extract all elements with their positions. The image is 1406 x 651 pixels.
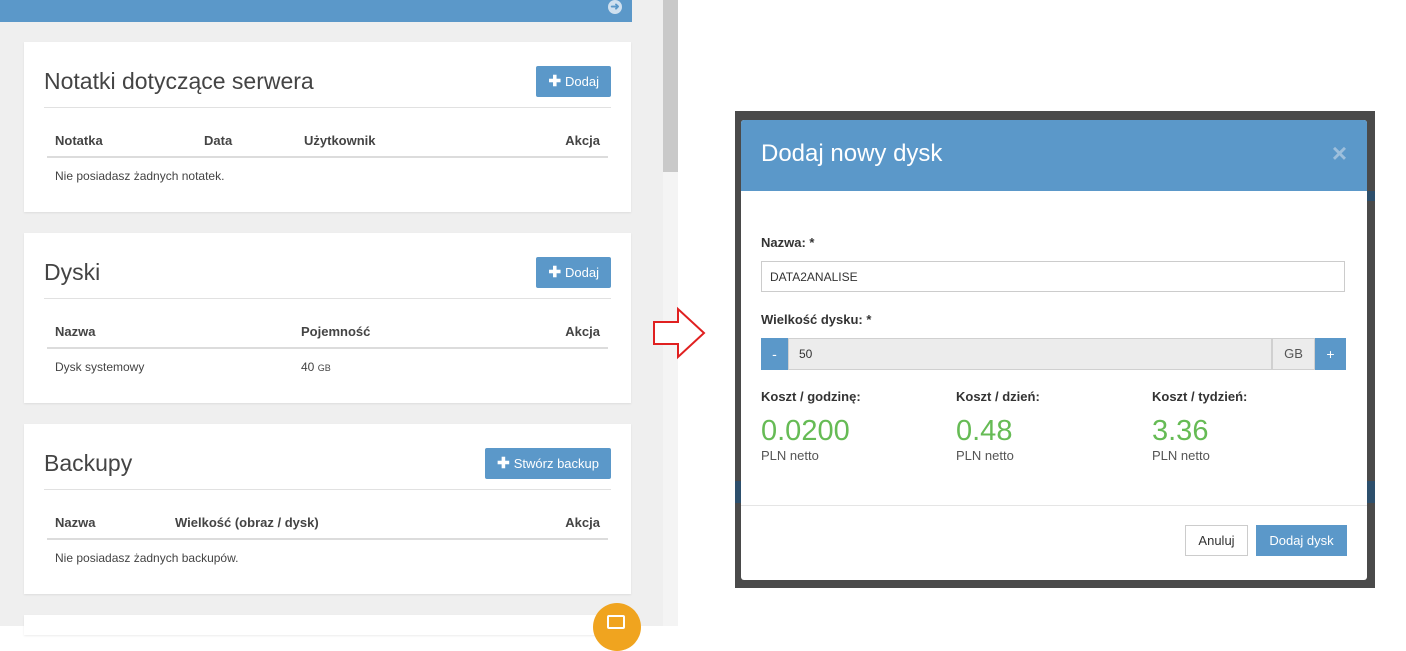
col-header: Akcja <box>565 324 600 339</box>
cost-hour-value: 0.0200 <box>761 415 850 447</box>
add-note-label: Dodaj <box>565 74 599 89</box>
table-header-line <box>47 156 608 158</box>
col-header: Data <box>204 133 233 148</box>
divider <box>44 107 611 108</box>
plus-icon: ✚ <box>548 264 562 281</box>
cost-week-label: Koszt / tydzień: <box>1152 389 1248 404</box>
plus-icon: ✚ <box>497 455 510 472</box>
name-label: Nazwa: * <box>761 235 815 250</box>
modal-header: Dodaj nowy dysk × <box>741 120 1367 191</box>
cost-day-unit: PLN netto <box>956 448 1014 463</box>
add-disk-submit-button[interactable]: Dodaj dysk <box>1256 525 1347 556</box>
chat-icon <box>607 615 625 629</box>
disks-card: Dyski ✚ Dodaj Nazwa Pojemność Akcja Dysk … <box>24 233 631 403</box>
empty-notes-text: Nie posiadasz żadnych notatek. <box>55 169 225 183</box>
col-header: Nazwa <box>55 515 96 530</box>
col-header: Akcja <box>565 515 600 530</box>
add-disk-modal: Dodaj nowy dysk × Nazwa: * DATA2ANALISE … <box>741 120 1367 580</box>
empty-backups-text: Nie posiadasz żadnych backupów. <box>55 551 239 565</box>
create-backup-label: Stwórz backup <box>513 456 599 471</box>
cost-hour-unit: PLN netto <box>761 448 819 463</box>
arrow-right-icon <box>653 306 706 360</box>
col-header: Użytkownik <box>304 133 376 148</box>
disk-name-input[interactable]: DATA2ANALISE <box>761 261 1345 292</box>
disk-name: Dysk systemowy <box>55 360 145 374</box>
divider <box>44 489 611 490</box>
plus-icon: ✚ <box>548 73 562 90</box>
scrollbar-thumb[interactable] <box>663 0 678 172</box>
col-header: Pojemność <box>301 324 371 339</box>
cost-week-value: 3.36 <box>1152 415 1209 447</box>
cost-day-value: 0.48 <box>956 415 1013 447</box>
decrement-button[interactable]: - <box>761 338 788 370</box>
next-card <box>24 615 631 635</box>
size-label: Wielkość dysku: * <box>761 312 872 327</box>
table-header-line <box>47 347 608 349</box>
cost-hour-label: Koszt / godzinę: <box>761 389 861 404</box>
cost-day-label: Koszt / dzień: <box>956 389 1040 404</box>
backups-card: Backupy ✚ Stwórz backup Nazwa Wielkość (o… <box>24 424 631 594</box>
table-header-line <box>47 538 608 540</box>
add-disk-button[interactable]: ✚ Dodaj <box>536 257 611 288</box>
cancel-button[interactable]: Anuluj <box>1185 525 1248 556</box>
add-disk-label: Dodaj <box>565 265 599 280</box>
add-note-button[interactable]: ✚ Dodaj <box>536 66 611 97</box>
disk-size: 40 GB <box>301 360 331 374</box>
increment-button[interactable]: + <box>1315 338 1346 370</box>
disk-size-input[interactable]: 50 <box>788 338 1272 370</box>
disk-size-unit: GB <box>317 363 331 373</box>
modal-footer-divider <box>741 505 1367 506</box>
modal-title: Dodaj nowy dysk <box>761 140 943 167</box>
notes-card: Notatki dotyczące serwera ✚ Dodaj Notatka… <box>24 42 631 212</box>
create-backup-button[interactable]: ✚ Stwórz backup <box>485 448 611 479</box>
top-bar: ➜ <box>0 0 632 22</box>
chat-fab-button[interactable] <box>593 603 641 651</box>
disks-title: Dyski <box>44 259 101 285</box>
col-header: Nazwa <box>55 324 96 339</box>
col-header: Notatka <box>55 133 103 148</box>
notes-title: Notatki dotyczące serwera <box>44 68 314 94</box>
divider <box>44 298 611 299</box>
backups-title: Backupy <box>44 450 133 476</box>
col-header: Wielkość (obraz / dysk) <box>175 515 319 530</box>
cost-week-unit: PLN netto <box>1152 448 1210 463</box>
size-unit-label: GB <box>1272 338 1315 370</box>
close-icon[interactable]: × <box>1332 140 1347 166</box>
col-header: Akcja <box>565 133 600 148</box>
disk-size-value: 40 <box>301 360 315 374</box>
arrow-right-icon[interactable]: ➜ <box>608 0 622 14</box>
